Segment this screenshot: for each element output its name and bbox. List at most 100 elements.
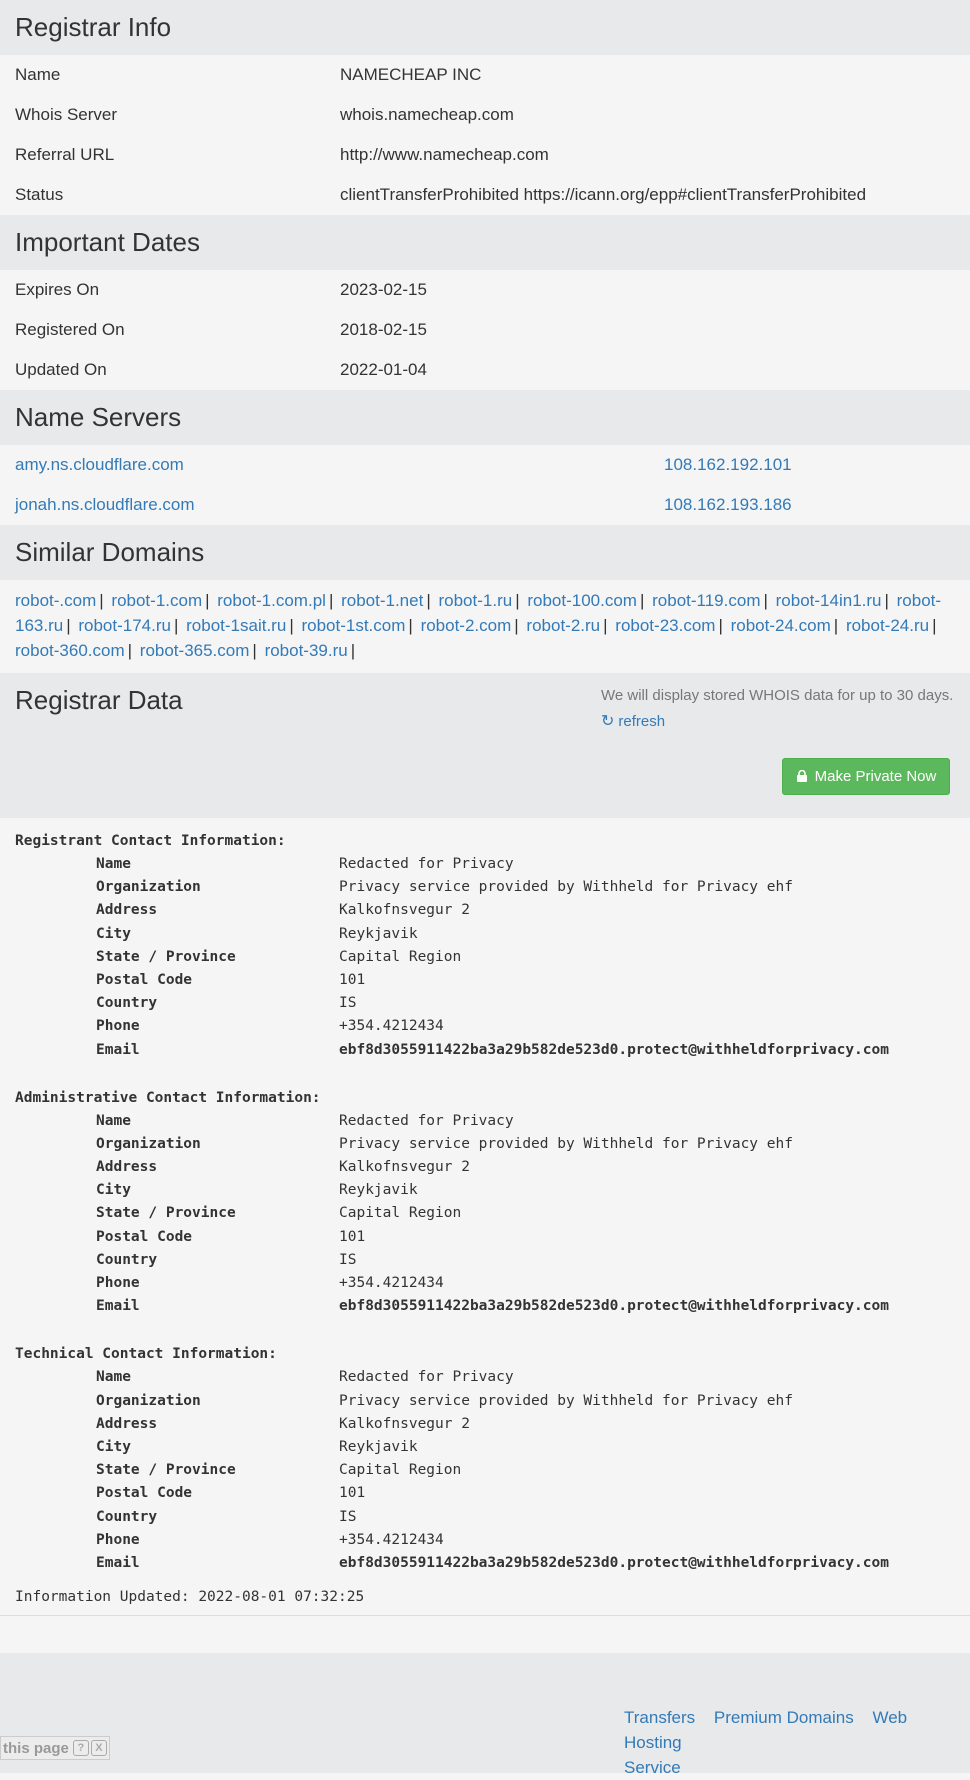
contact-key: State / Province [96, 1462, 236, 1479]
contact-key: Email [96, 1554, 140, 1571]
name-server-host-link[interactable]: amy.ns.cloudflare.com [15, 455, 184, 474]
contact-row: Address Kalkofnsvegur 2 [15, 1413, 970, 1436]
similar-domains-header: Similar Domains [0, 525, 970, 580]
separator: | [603, 616, 608, 635]
information-updated: Information Updated: 2022-08-01 07:32:25 [15, 1589, 365, 1606]
separator: | [763, 591, 768, 610]
separator: | [408, 616, 413, 635]
name-server-host-link[interactable]: jonah.ns.cloudflare.com [15, 495, 195, 514]
contact-key: Address [96, 1415, 158, 1432]
contact-value: Reykjavik [339, 925, 418, 942]
important-dates-header: Important Dates [0, 215, 970, 270]
footer-link-service[interactable]: Service [624, 1758, 681, 1777]
contact-value: +354.4212434 [339, 1275, 444, 1291]
close-icon[interactable]: X [90, 1740, 107, 1756]
contact-email: ebf8d3055911422ba3a29b582de523d0.protect… [339, 1298, 889, 1315]
contact-row: Phone +354.4212434 [15, 1015, 970, 1038]
similar-domain-link[interactable]: robot-1.com.pl [217, 591, 326, 610]
contact-value: Privacy service provided by Withheld for… [339, 1392, 793, 1409]
contact-key: State / Province [96, 948, 236, 965]
contact-row: City Reykjavik [15, 1436, 970, 1459]
make-private-button[interactable]: Make Private Now [782, 758, 950, 795]
contact-key: City [96, 1182, 131, 1199]
contact-key: Organization [96, 1135, 201, 1152]
similar-domain-link[interactable]: robot-1.ru [438, 591, 512, 610]
similar-domain-link[interactable]: robot-1sait.ru [186, 616, 286, 635]
contact-row: State / Province Capital Region [15, 1202, 970, 1225]
footer-link-transfers[interactable]: Transfers [624, 1708, 695, 1727]
registrar-info-title: Registrar Info [15, 12, 172, 42]
similar-domain-link[interactable]: robot-24.ru [846, 616, 929, 635]
status-row: Status clientTransferProhibited https://… [0, 175, 970, 215]
name-server-ip-link[interactable]: 108.162.192.101 [664, 455, 792, 474]
contact-key: Address [96, 902, 158, 919]
registered-on-row: Registered On 2018-02-15 [0, 310, 970, 350]
footer-link-premium-domains[interactable]: Premium Domains [714, 1708, 854, 1727]
important-dates-table: Expires On 2023-02-15 Registered On 2018… [0, 270, 970, 390]
similar-domain-link[interactable]: robot-100.com [527, 591, 637, 610]
similar-domain-link[interactable]: robot-23.com [615, 616, 715, 635]
contact-email: ebf8d3055911422ba3a29b582de523d0.protect… [339, 1554, 889, 1571]
contact-value: 101 [339, 1228, 366, 1245]
contact-row: State / Province Capital Region [15, 1459, 970, 1482]
contact-key: Name [96, 1369, 131, 1386]
similar-domain-link[interactable]: robot-14in1.ru [776, 591, 882, 610]
contact-row: Postal Code 101 [15, 1482, 970, 1505]
contact-row: Email ebf8d3055911422ba3a29b582de523d0.pr… [15, 1552, 970, 1575]
feedback-widget[interactable]: this page ? X [0, 1736, 110, 1760]
similar-domain-link[interactable]: robot-2.ru [526, 616, 600, 635]
similar-domain-link[interactable]: robot-360.com [15, 641, 125, 660]
name-server-row: jonah.ns.cloudflare.com 108.162.193.186 [0, 485, 970, 525]
contact-row: Organization Privacy service provided by … [15, 876, 970, 899]
similar-domain-link[interactable]: robot-.com [15, 591, 96, 610]
contact-value: 101 [339, 1485, 366, 1502]
name-server-row: amy.ns.cloudflare.com 108.162.192.101 [0, 445, 970, 485]
similar-domain-link[interactable]: robot-1st.com [301, 616, 405, 635]
make-private-label: Make Private Now [814, 768, 937, 785]
similar-domain-link[interactable]: robot-1.net [341, 591, 423, 610]
similar-domain-link[interactable]: robot-365.com [140, 641, 250, 660]
help-icon[interactable]: ? [72, 1740, 89, 1756]
row-value: 2018-02-15 [340, 320, 427, 339]
similar-domain-link[interactable]: robot-24.com [731, 616, 831, 635]
separator: | [173, 616, 179, 635]
contact-key: Postal Code [96, 1228, 193, 1245]
contact-key: Country [96, 1508, 158, 1525]
contact-email: ebf8d3055911422ba3a29b582de523d0.protect… [339, 1041, 889, 1058]
contact-key: Phone [96, 1018, 140, 1035]
contact-value: 101 [339, 971, 366, 988]
separator: | [328, 591, 334, 610]
contact-row: Organization Privacy service provided by … [15, 1390, 970, 1413]
contact-value: IS [339, 995, 357, 1012]
name-servers-table: amy.ns.cloudflare.com 108.162.192.101 jo… [0, 445, 970, 525]
row-value: http://www.namecheap.com [340, 145, 549, 164]
similar-domain-link[interactable]: robot-119.com [652, 591, 760, 610]
separator: | [252, 641, 257, 660]
expires-on-row: Expires On 2023-02-15 [0, 270, 970, 310]
similar-domain-link[interactable]: robot-2.com [421, 616, 512, 635]
similar-domain-link[interactable]: robot-1.com [111, 591, 202, 610]
feedback-label[interactable]: this page [1, 1740, 73, 1757]
contact-row: Email ebf8d3055911422ba3a29b582de523d0.pr… [15, 1295, 970, 1318]
contact-key: Phone [96, 1275, 140, 1291]
registrar-info-table: Name NAMECHEAP INC Whois Server whois.na… [0, 55, 970, 215]
contact-key: City [96, 1438, 131, 1455]
contact-row: Address Kalkofnsvegur 2 [15, 1156, 970, 1179]
row-key: Status [15, 185, 64, 204]
name-servers-title: Name Servers [15, 402, 182, 432]
refresh-label: refresh [618, 712, 666, 730]
contact-value: Kalkofnsvegur 2 [339, 1159, 470, 1176]
similar-domain-link[interactable]: robot-174.ru [78, 616, 171, 635]
footer-links: Transfers Premium Domains Web Hosting Se… [624, 1705, 970, 1780]
contact-row: Country IS [15, 1506, 970, 1529]
contact-row: State / Province Capital Region [15, 946, 970, 969]
contact-section-title: Technical Contact Information: [15, 1346, 277, 1363]
refresh-link[interactable]: ↻ refresh [601, 711, 665, 731]
contact-value: Capital Region [339, 948, 462, 965]
name-server-ip-link[interactable]: 108.162.193.186 [664, 495, 792, 514]
separator: | [515, 591, 520, 610]
similar-domains-title: Similar Domains [15, 537, 205, 567]
important-dates-title: Important Dates [15, 227, 200, 257]
row-key: Registered On [15, 320, 125, 339]
similar-domain-link[interactable]: robot-39.ru [265, 641, 348, 660]
